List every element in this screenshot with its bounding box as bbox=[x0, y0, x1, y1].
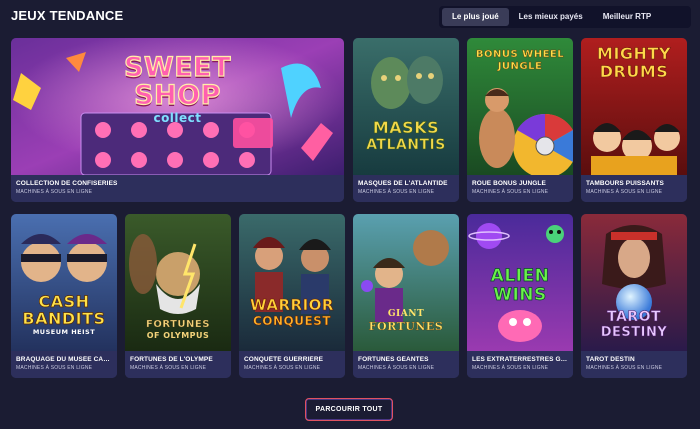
game-category: MACHINES À SOUS EN LIGNE bbox=[472, 189, 549, 195]
game-card-bonus-wheel-jungle[interactable]: BONUS WHEEL JUNGLE ROUE BONUS JUNGLE MAC… bbox=[467, 38, 573, 202]
sort-tabs: Le plus joué Les mieux payés Meilleur RT… bbox=[439, 6, 691, 28]
section-header: JEUX TENDANCE Le plus joué Les mieux pay… bbox=[11, 6, 691, 28]
game-card-sweet-shop[interactable]: SWEET SHOP collect COLLECTION DE CONFISE… bbox=[11, 38, 344, 202]
game-thumbnail: FORTUNES OF OLYMPUS bbox=[125, 214, 231, 351]
game-logo: ALIEN bbox=[490, 266, 550, 286]
game-category: MACHINES À SOUS EN LIGNE bbox=[472, 365, 549, 371]
game-logo: MASKS bbox=[372, 118, 440, 137]
game-title: BRAQUAGE DU MUSÉE CASH... bbox=[16, 356, 112, 363]
game-logo-line-2: OF OLYMPUS bbox=[146, 331, 210, 340]
game-title: TAROT DESTIN bbox=[586, 356, 635, 363]
game-title: CONQUÊTE GUERRIÈRE bbox=[244, 356, 324, 363]
game-logo: WARRIOR bbox=[250, 296, 334, 314]
game-logo-line-2: CONQUEST bbox=[252, 314, 332, 328]
tab-best-rtp[interactable]: Meilleur RTP bbox=[593, 8, 661, 26]
game-logo-line-2: ATLANTIS bbox=[366, 137, 446, 153]
game-logo-line-2: JUNGLE bbox=[497, 61, 543, 72]
game-category: MACHINES À SOUS EN LIGNE bbox=[244, 365, 321, 371]
game-title: FORTUNES DE L'OLYMPE bbox=[130, 356, 213, 363]
game-logo-line-2: WINS bbox=[493, 285, 547, 305]
game-card-tarot-destiny[interactable]: TAROT DESTINY TAROT DESTIN MACHINES À SO… bbox=[581, 214, 687, 378]
game-category: MACHINES À SOUS EN LIGNE bbox=[586, 365, 663, 371]
game-thumbnail: MASKS ATLANTIS bbox=[353, 38, 459, 175]
game-logo-line-2: BANDITS bbox=[22, 309, 106, 328]
warrior-conquest-artwork bbox=[239, 214, 345, 351]
game-logo-line-2: DRUMS bbox=[599, 62, 669, 81]
game-logo: CASH bbox=[38, 292, 90, 311]
game-card-giant-fortunes[interactable]: GIANT FORTUNES FORTUNES GÉANTES MACHINES… bbox=[353, 214, 459, 378]
game-thumbnail: CASH BANDITS MUSEUM HEIST bbox=[11, 214, 117, 351]
game-thumbnail: GIANT FORTUNES bbox=[353, 214, 459, 351]
game-logo-line-3: collect bbox=[153, 111, 202, 125]
game-card-cash-bandits[interactable]: CASH BANDITS MUSEUM HEIST BRAQUAGE DU MU… bbox=[11, 214, 117, 378]
masks-of-atlantis-artwork bbox=[353, 38, 459, 175]
game-logo: SWEET bbox=[123, 52, 232, 83]
game-logo-line-2: DESTINY bbox=[600, 325, 668, 340]
game-logo: BONUS WHEEL bbox=[475, 49, 565, 60]
game-logo: TAROT bbox=[606, 309, 662, 325]
game-logo: MIGHTY bbox=[597, 44, 671, 63]
game-thumbnail: ALIEN WINS bbox=[467, 214, 573, 351]
game-category: MACHINES À SOUS EN LIGNE bbox=[358, 365, 435, 371]
game-logo-line-2: SHOP bbox=[133, 80, 221, 111]
section-title: JEUX TENDANCE bbox=[11, 8, 124, 23]
game-thumbnail: BONUS WHEEL JUNGLE bbox=[467, 38, 573, 175]
browse-all-button[interactable]: PARCOURIR TOUT bbox=[305, 398, 393, 421]
game-logo-line-2: FORTUNES bbox=[368, 320, 444, 333]
game-title: ROUE BONUS JUNGLE bbox=[472, 180, 546, 187]
game-thumbnail: TAROT DESTINY bbox=[581, 214, 687, 351]
game-category: MACHINES À SOUS EN LIGNE bbox=[16, 189, 93, 195]
game-card-alien-wins[interactable]: ALIEN WINS LES EXTRATERRESTRES GAG... MA… bbox=[467, 214, 573, 378]
game-category: MACHINES À SOUS EN LIGNE bbox=[16, 365, 93, 371]
game-card-mighty-drums[interactable]: MIGHTY DRUMS TAMBOURS PUISSANTS MACHINES… bbox=[581, 38, 687, 202]
game-card-warrior-conquest[interactable]: WARRIOR CONQUEST CONQUÊTE GUERRIÈRE MACH… bbox=[239, 214, 345, 378]
game-logo: FORTUNES bbox=[146, 319, 210, 330]
game-thumbnail: MIGHTY DRUMS bbox=[581, 38, 687, 175]
game-thumbnail: SWEET SHOP collect bbox=[11, 38, 344, 175]
tab-most-played[interactable]: Le plus joué bbox=[442, 8, 509, 26]
tab-top-paying[interactable]: Les mieux payés bbox=[509, 8, 593, 26]
game-title: FORTUNES GÉANTES bbox=[358, 356, 429, 363]
game-title: COLLECTION DE CONFISERIES bbox=[16, 180, 118, 187]
game-logo-line-3: MUSEUM HEIST bbox=[32, 328, 96, 336]
game-thumbnail: WARRIOR CONQUEST bbox=[239, 214, 345, 351]
game-logo: GIANT bbox=[387, 309, 425, 319]
game-title: TAMBOURS PUISSANTS bbox=[586, 180, 664, 187]
game-category: MACHINES À SOUS EN LIGNE bbox=[130, 365, 207, 371]
game-category: MACHINES À SOUS EN LIGNE bbox=[586, 189, 663, 195]
game-title: MASQUES DE L'ATLANTIDE bbox=[358, 180, 448, 187]
game-card-fortunes-of-olympus[interactable]: FORTUNES OF OLYMPUS FORTUNES DE L'OLYMPE… bbox=[125, 214, 231, 378]
game-card-masks-of-atlantis[interactable]: MASKS ATLANTIS MASQUES DE L'ATLANTIDE MA… bbox=[353, 38, 459, 202]
game-title: LES EXTRATERRESTRES GAG... bbox=[472, 356, 568, 363]
game-category: MACHINES À SOUS EN LIGNE bbox=[358, 189, 435, 195]
